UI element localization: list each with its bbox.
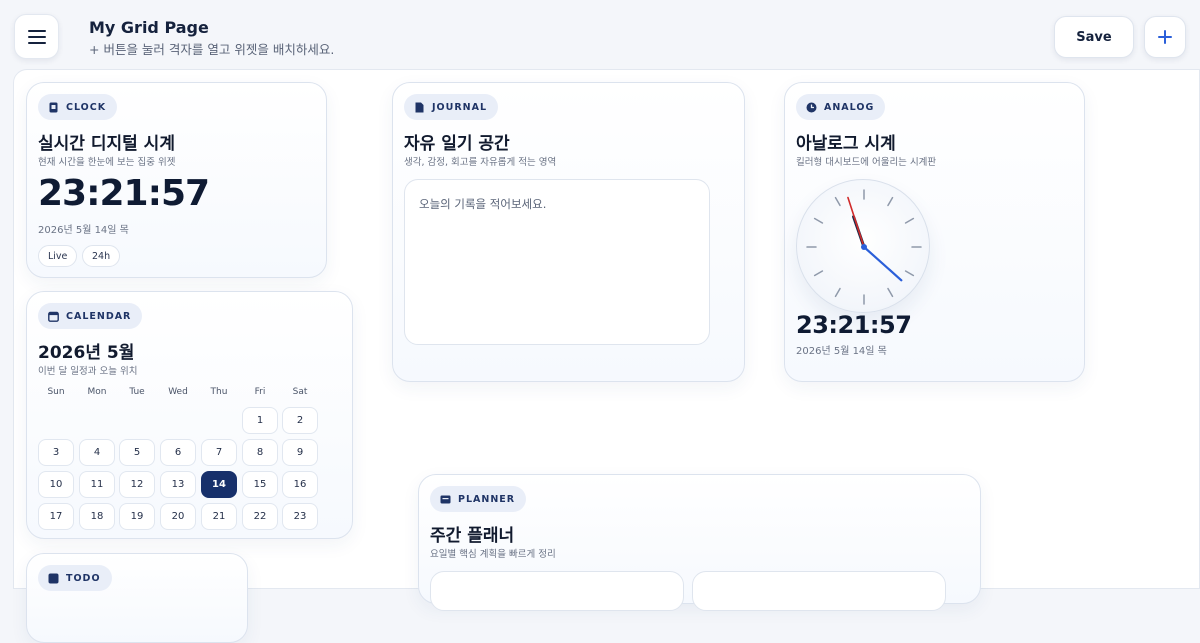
- calendar-day[interactable]: 16: [282, 471, 318, 498]
- weekday-label: Wed: [168, 387, 188, 397]
- todo-tag-label: TODO: [66, 572, 101, 584]
- weekday-label: Mon: [87, 387, 107, 397]
- planner-tag-label: PLANNER: [458, 493, 516, 505]
- clock-tick: [813, 270, 824, 277]
- journal-widget[interactable]: JOURNAL 자유 일기 공간 생각, 감정, 회고를 자유롭게 적는 영역 …: [392, 82, 745, 382]
- calendar-day-today[interactable]: 14: [201, 471, 237, 498]
- calendar-day[interactable]: 7: [201, 439, 237, 466]
- hamburger-menu-icon: [27, 29, 46, 44]
- plus-icon: [1158, 30, 1172, 44]
- todo-tag: TODO: [38, 565, 112, 591]
- planner-tag: PLANNER: [430, 486, 527, 512]
- calendar-day[interactable]: 13: [160, 471, 196, 498]
- journal-tag: JOURNAL: [404, 94, 498, 120]
- add-widget-button[interactable]: [1144, 16, 1186, 58]
- calendar-day[interactable]: 22: [242, 503, 278, 530]
- weekday-label: Sun: [47, 387, 65, 397]
- calendar-day[interactable]: 12: [119, 471, 155, 498]
- save-button[interactable]: Save: [1054, 16, 1134, 58]
- clock-tick: [834, 287, 841, 298]
- 24h-chip[interactable]: 24h: [82, 245, 121, 267]
- todo-widget[interactable]: TODO: [26, 553, 248, 643]
- calendar-day[interactable]: 21: [201, 503, 237, 530]
- journal-title: 자유 일기 공간: [404, 134, 510, 154]
- calendar-day[interactable]: 17: [38, 503, 74, 530]
- todo-tag-icon: [47, 572, 59, 584]
- calendar-day[interactable]: 9: [282, 439, 318, 466]
- calendar-day[interactable]: 5: [119, 439, 155, 466]
- analog-tag-label: ANALOG: [824, 101, 875, 113]
- calendar-tag-label: CALENDAR: [66, 310, 132, 322]
- analog-date: 2026년 5월 14일 목: [796, 346, 887, 357]
- second-hand: [847, 196, 865, 248]
- weekday-label: Sat: [292, 387, 308, 397]
- analog-clock-face: [796, 179, 930, 313]
- planner-tag-icon: [439, 493, 451, 505]
- clock-tick: [813, 217, 824, 224]
- calendar-desc: 이번 달 일정과 오늘 위치: [38, 366, 138, 377]
- calendar-tag: CALENDAR: [38, 303, 143, 329]
- journal-textarea[interactable]: 오늘의 기록을 적어보세요.: [404, 179, 710, 345]
- weekday-label: Tue: [129, 387, 145, 397]
- journal-desc: 생각, 감정, 회고를 자유롭게 적는 영역: [404, 157, 557, 168]
- calendar-title: 2026년 5월: [38, 343, 135, 363]
- digital-time: 23:21:57: [38, 173, 210, 214]
- planner-widget[interactable]: PLANNER 주간 플래너 요일별 핵심 계획을 빠르게 정리: [418, 474, 981, 611]
- planner-desc: 요일별 핵심 계획을 빠르게 정리: [430, 549, 556, 560]
- journal-tag-icon: [413, 101, 425, 113]
- clock-tag: CLOCK: [38, 94, 118, 120]
- clock-tick: [904, 217, 915, 224]
- planner-day-box[interactable]: [692, 571, 946, 611]
- page-subtitle: + 버튼을 눌러 격자를 열고 위젯을 배치하세요.: [89, 42, 335, 57]
- calendar-day[interactable]: 2: [282, 407, 318, 434]
- calendar-day[interactable]: 1: [242, 407, 278, 434]
- journal-tag-label: JOURNAL: [432, 101, 487, 113]
- calendar-day[interactable]: 18: [79, 503, 115, 530]
- calendar-tag-icon: [47, 310, 59, 322]
- clock-widget[interactable]: CLOCK 실시간 디지털 시계 현재 시간을 한눈에 보는 집중 위젯 23:…: [26, 82, 327, 278]
- clock-center-dot: [861, 244, 867, 250]
- clock-tag-label: CLOCK: [66, 101, 107, 113]
- clock-date: 2026년 5월 14일 목: [38, 225, 129, 236]
- calendar-day[interactable]: 6: [160, 439, 196, 466]
- analog-clock-widget[interactable]: ANALOG 아날로그 시계 킬러형 대시보드에 어울리는 시계판 23:21:…: [784, 82, 1085, 382]
- analog-time: 23:21:57: [796, 311, 912, 339]
- menu-button[interactable]: [14, 14, 59, 59]
- planner-day-box[interactable]: [430, 571, 684, 611]
- minute-hand: [862, 245, 903, 282]
- calendar-day[interactable]: 10: [38, 471, 74, 498]
- calendar-day[interactable]: 3: [38, 439, 74, 466]
- weekday-label: Fri: [254, 387, 266, 397]
- clock-tick: [887, 287, 894, 298]
- analog-title: 아날로그 시계: [796, 134, 896, 154]
- calendar-day[interactable]: 23: [282, 503, 318, 530]
- clock-tick: [834, 196, 841, 207]
- top-bar: My Grid Page + 버튼을 눌러 격자를 열고 위젯을 배치하세요. …: [0, 0, 1200, 70]
- analog-desc: 킬러형 대시보드에 어울리는 시계판: [796, 157, 937, 168]
- calendar-day[interactable]: 8: [242, 439, 278, 466]
- clock-tag-icon: [47, 101, 59, 113]
- calendar-day[interactable]: 15: [242, 471, 278, 498]
- page-title: My Grid Page: [89, 18, 209, 37]
- clock-face-svg: [806, 189, 922, 305]
- calendar-widget[interactable]: CALENDAR 2026년 5월 이번 달 일정과 오늘 위치 Sun Mon T…: [26, 291, 353, 539]
- calendar-day[interactable]: 4: [79, 439, 115, 466]
- clock-tick: [904, 270, 915, 277]
- analog-tag-icon: [805, 101, 817, 113]
- calendar-day[interactable]: 11: [79, 471, 115, 498]
- calendar-day[interactable]: 20: [160, 503, 196, 530]
- clock-desc: 현재 시간을 한눈에 보는 집중 위젯: [38, 157, 176, 168]
- clock-tick: [887, 196, 894, 207]
- calendar-day[interactable]: 19: [119, 503, 155, 530]
- analog-tag: ANALOG: [796, 94, 886, 120]
- live-chip[interactable]: Live: [38, 245, 78, 267]
- weekday-label: Thu: [210, 387, 228, 397]
- planner-title: 주간 플래너: [430, 526, 515, 546]
- clock-title: 실시간 디지털 시계: [38, 134, 175, 154]
